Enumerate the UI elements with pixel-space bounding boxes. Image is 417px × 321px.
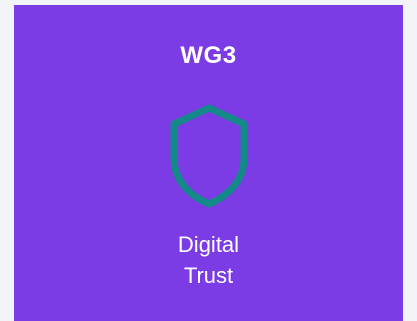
card-label: Digital Trust (14, 229, 403, 291)
wg3-card[interactable]: WG3 Digital Trust (14, 5, 403, 321)
shield-icon (159, 100, 259, 210)
card-label-line-1: Digital (177, 232, 240, 257)
card-label-line-2: Trust (183, 263, 234, 288)
card-title: WG3 (180, 42, 237, 69)
